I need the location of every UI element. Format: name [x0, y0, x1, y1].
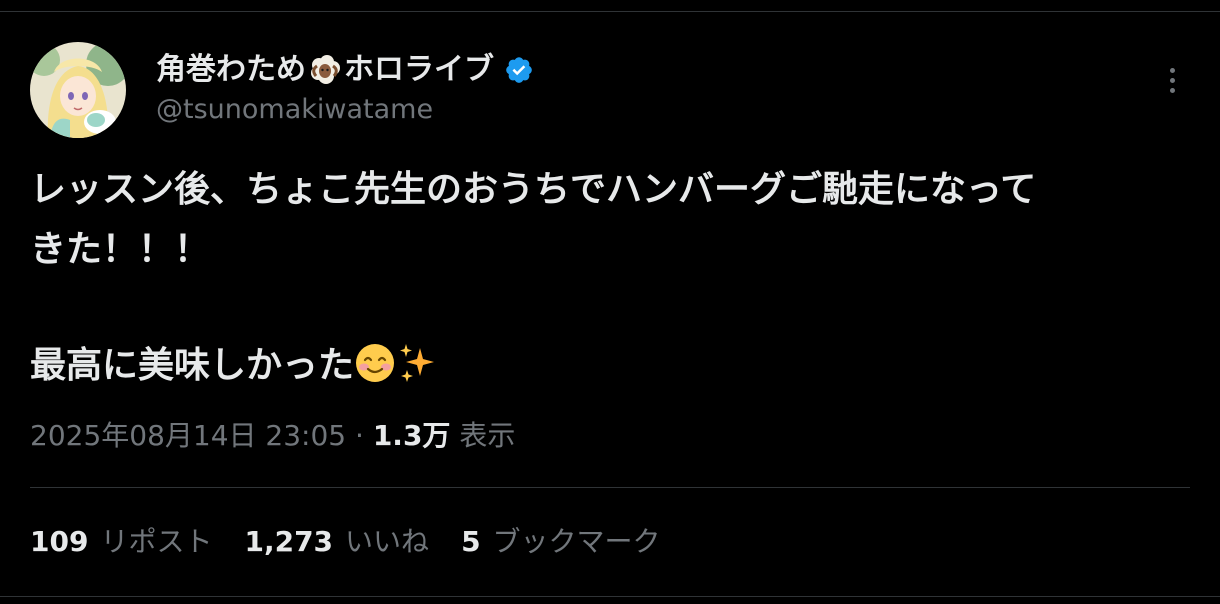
stats-divider: [30, 487, 1190, 488]
smiling-face-emoji: [356, 344, 395, 382]
bookmarks-count: 5: [461, 525, 481, 558]
bookmarks-stat[interactable]: 5 ブックマーク: [461, 522, 661, 562]
views-label: 表示: [459, 419, 516, 452]
tweet-text: レッスン後、ちょこ先生のおうちでハンバーグご馳走になって きた！！！ 最高に美味…: [30, 160, 1190, 396]
reposts-count: 109: [30, 525, 89, 558]
tweet-line-1: レッスン後、ちょこ先生のおうちでハンバーグご馳走になって: [30, 169, 1037, 210]
author-name-row[interactable]: 角巻わため ホロライブ: [156, 50, 534, 90]
views-count: 1.3万: [372, 419, 451, 452]
reposts-label: リポスト: [100, 525, 213, 558]
sparkles-emoji: [400, 344, 435, 382]
tweet-meta: 2025年08月14日 23:05 · 1.3万 表示: [30, 416, 515, 456]
avatar-image: [30, 42, 126, 138]
tweet-line-3-wrap: 最高に美味しかった: [30, 336, 1190, 396]
bookmarks-label: ブックマーク: [492, 525, 661, 558]
timestamp[interactable]: 2025年08月14日 23:05: [30, 419, 346, 452]
sheep-emoji: [311, 55, 340, 84]
likes-stat[interactable]: 1,273 いいね: [244, 522, 429, 562]
bottom-divider: [0, 596, 1220, 597]
meta-separator: ·: [355, 419, 364, 452]
more-dot: [1169, 87, 1175, 93]
more-dot: [1169, 67, 1175, 73]
display-name[interactable]: 角巻わため: [156, 50, 306, 90]
tweet-line-2: きた！！！: [30, 229, 211, 270]
likes-label: いいね: [345, 525, 430, 558]
likes-count: 1,273: [244, 525, 334, 558]
author-handle[interactable]: @tsunomakiwatame: [156, 92, 433, 128]
verified-badge-icon: [506, 57, 532, 83]
more-dot: [1169, 77, 1175, 83]
reposts-stat[interactable]: 109 リポスト: [30, 522, 212, 562]
more-options-icon[interactable]: [1158, 62, 1186, 98]
avatar[interactable]: [30, 42, 126, 138]
tweet-line-3: 最高に美味しかった: [30, 345, 355, 386]
engagement-stats: 109 リポスト 1,273 いいね 5 ブックマーク: [30, 522, 661, 562]
top-divider: [0, 11, 1220, 12]
display-name-suffix[interactable]: ホロライブ: [344, 50, 494, 90]
